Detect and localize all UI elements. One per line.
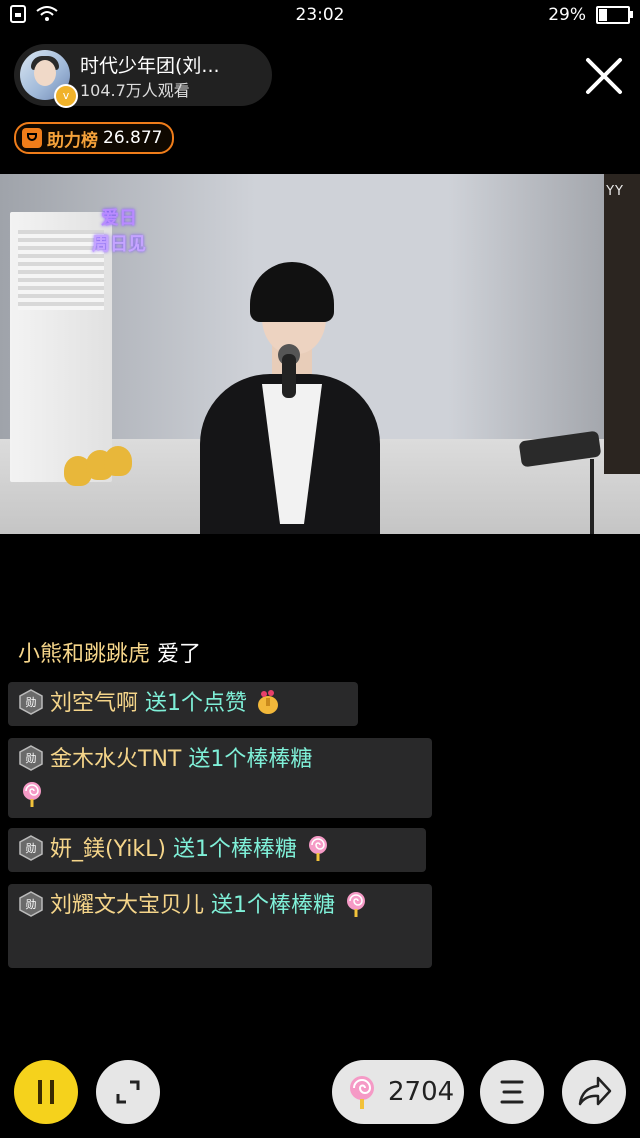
- expand-icon: [116, 1080, 140, 1104]
- battery-icon: [596, 6, 633, 24]
- share-button[interactable]: [562, 1060, 626, 1124]
- toy-figures: [64, 446, 132, 486]
- show-logo: 爱日 周日见: [92, 208, 146, 255]
- entrance-message: 小熊和跳跳虎 爱了: [18, 636, 201, 668]
- svg-text:勋: 勋: [26, 841, 37, 855]
- host-info[interactable]: v 时代少年团(刘... 104.7万人观看: [14, 44, 272, 108]
- rank-board-badge[interactable]: 助力榜 26.877: [14, 122, 175, 154]
- level-badge-icon: 勋: [18, 689, 44, 715]
- level-badge-icon: 勋: [18, 891, 44, 917]
- chat-user[interactable]: 刘耀文大宝贝儿: [50, 893, 204, 918]
- chat-user[interactable]: 妍_鎂(YikL): [50, 837, 166, 862]
- svg-text:勋: 勋: [26, 695, 37, 709]
- watermark: YY: [606, 184, 624, 199]
- svg-text:勋: 勋: [26, 751, 37, 765]
- lollipop-icon: [342, 890, 370, 918]
- fullscreen-button[interactable]: [96, 1060, 160, 1124]
- chat-gift: 送1个棒棒糖: [172, 837, 297, 862]
- chat-message[interactable]: 勋刘耀文大宝贝儿 送1个棒棒糖: [8, 884, 432, 968]
- rank-label: 助力榜: [47, 130, 98, 151]
- like-hand-icon: [254, 688, 282, 716]
- chat-gift: 送1个棒棒糖: [188, 747, 313, 772]
- battery-percent: 29%: [548, 5, 586, 25]
- chat-message[interactable]: 勋妍_鎂(YikL) 送1个棒棒糖: [8, 828, 426, 872]
- status-bar: 23:02 29%: [0, 0, 640, 32]
- level-badge-icon: 勋: [18, 835, 44, 861]
- pause-button[interactable]: [14, 1060, 78, 1124]
- lollipop-icon: [304, 834, 332, 862]
- menu-button[interactable]: [480, 1060, 544, 1124]
- chat-gift: 送1个点赞: [145, 691, 248, 716]
- chat-user[interactable]: 金木水火TNT: [50, 747, 181, 772]
- viewer-count: 104.7万人观看: [80, 81, 190, 100]
- chat-user[interactable]: 刘空气啊: [50, 691, 138, 716]
- chat-message[interactable]: 勋金木水火TNT 送1个棒棒糖: [8, 738, 432, 818]
- bottom-toolbar: 2704: [0, 1060, 640, 1126]
- lollipop-icon: [18, 780, 46, 808]
- menu-icon: [500, 1080, 524, 1104]
- video-player[interactable]: 爱日 周日见 YY: [0, 174, 640, 534]
- lollipop-icon: [344, 1074, 380, 1110]
- close-button[interactable]: [582, 54, 626, 98]
- share-icon: [578, 1076, 612, 1106]
- gift-button[interactable]: 2704: [332, 1060, 464, 1124]
- entrance-user: 小熊和跳跳虎: [18, 642, 151, 667]
- level-badge-icon: 勋: [18, 745, 44, 771]
- host-name: 时代少年团(刘...: [80, 55, 220, 77]
- verified-icon: v: [54, 84, 78, 108]
- clock: 23:02: [295, 5, 345, 25]
- svg-text:勋: 勋: [26, 897, 37, 911]
- chat-gift: 送1个棒棒糖: [211, 893, 336, 918]
- gift-count: 2704: [388, 1077, 455, 1107]
- close-icon: [586, 58, 622, 94]
- shield-icon: [22, 128, 42, 148]
- rank-value: 26.877: [103, 128, 163, 148]
- chat-message[interactable]: 勋刘空气啊 送1个点赞: [8, 682, 358, 726]
- entrance-action: 爱了: [157, 642, 202, 667]
